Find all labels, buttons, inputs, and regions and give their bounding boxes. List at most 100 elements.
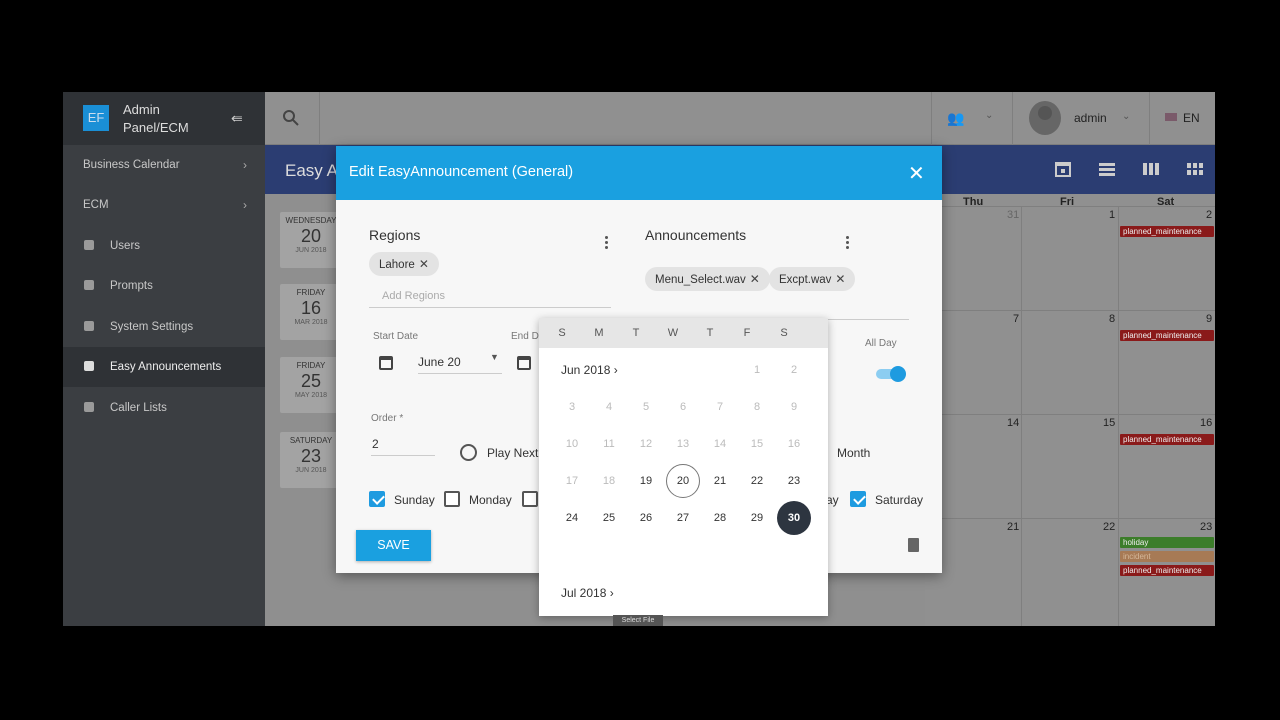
calendar-day-number[interactable]: 31 xyxy=(1007,209,1019,221)
regions-input[interactable]: Add Regions xyxy=(382,290,445,302)
day-card-weekday: FRIDAY xyxy=(296,288,326,297)
sidebar-item-prompts[interactable]: Prompts xyxy=(63,266,265,306)
picker-day[interactable]: 26 xyxy=(629,501,663,535)
chip-label: Lahore xyxy=(379,259,415,271)
calendar-icon[interactable] xyxy=(517,356,531,370)
calendar-day-number[interactable]: 8 xyxy=(1109,313,1115,325)
user-icon xyxy=(84,240,94,250)
calendar-day-number[interactable]: 21 xyxy=(1007,521,1019,533)
picker-day[interactable]: 27 xyxy=(666,501,700,535)
sidebar-item-ecm[interactable]: ECM › xyxy=(63,185,265,225)
calendar-event[interactable]: planned_maintenance xyxy=(1120,434,1214,445)
close-icon[interactable]: ✕ xyxy=(908,161,925,186)
search-icon[interactable] xyxy=(282,109,300,127)
picker-day: 13 xyxy=(676,438,690,450)
users-icon[interactable]: 👥 xyxy=(947,110,964,127)
picker-day[interactable]: 30 xyxy=(777,501,811,535)
chevron-right-icon[interactable]: › xyxy=(610,586,614,600)
chevron-right-icon[interactable]: › xyxy=(614,363,618,377)
picker-day[interactable]: 28 xyxy=(703,501,737,535)
calendar-day-number[interactable]: 1 xyxy=(1109,209,1115,221)
prompt-icon xyxy=(84,280,94,290)
calendar-event[interactable]: planned_maintenance xyxy=(1120,226,1214,237)
day-card-month: JUN 2018 xyxy=(295,247,327,254)
sidebar-item-system-settings[interactable]: System Settings xyxy=(63,307,265,347)
calendar-day-number[interactable]: 15 xyxy=(1103,417,1115,429)
calendar-icon[interactable] xyxy=(379,356,393,370)
month-view-icon[interactable] xyxy=(1186,161,1204,177)
sidebar-item-easy-announcements[interactable]: Easy Announcements xyxy=(63,347,265,387)
select-file-label[interactable]: Select File xyxy=(613,615,663,626)
order-input[interactable]: 2 xyxy=(372,437,379,451)
regions-menu-icon[interactable] xyxy=(605,236,609,251)
chevron-down-icon[interactable]: ⌄ xyxy=(1122,111,1130,122)
calendar-day-number[interactable]: 7 xyxy=(1013,313,1019,325)
order-label: Order * xyxy=(371,413,404,424)
chevron-right-icon: › xyxy=(243,158,247,172)
sidebar-item-users[interactable]: Users xyxy=(63,226,265,266)
picker-day[interactable]: 22 xyxy=(740,464,774,498)
announcements-menu-icon[interactable] xyxy=(846,236,850,251)
region-chip[interactable]: Lahore ✕ xyxy=(369,252,439,276)
start-date-field[interactable]: June 20 xyxy=(418,355,461,369)
list-view-icon[interactable] xyxy=(1098,161,1116,177)
calendar-day-number[interactable]: 22 xyxy=(1103,521,1115,533)
monday-checkbox[interactable] xyxy=(444,491,460,507)
sidebar-item-label: ECM xyxy=(83,199,109,211)
day-card[interactable]: FRIDAY 16 MAR 2018 xyxy=(280,284,342,340)
sunday-checkbox[interactable] xyxy=(369,491,385,507)
all-day-toggle[interactable] xyxy=(876,366,906,382)
calendar-day-number[interactable]: 14 xyxy=(1007,417,1019,429)
remove-chip-icon[interactable]: ✕ xyxy=(750,272,760,286)
picker-day: 12 xyxy=(639,438,653,450)
picker-day[interactable]: 20 xyxy=(666,464,700,498)
play-next-radio[interactable] xyxy=(460,444,477,461)
calendar-event[interactable]: incident xyxy=(1120,551,1214,562)
chevron-down-icon[interactable]: ▼ xyxy=(490,352,499,362)
sidebar-item-label: Prompts xyxy=(110,280,153,292)
trash-icon[interactable] xyxy=(908,538,919,552)
picker-month-label[interactable]: Jun 2018 › xyxy=(561,363,618,377)
language-selector[interactable]: EN xyxy=(1165,111,1200,125)
calendar-day-number[interactable]: 2 xyxy=(1206,209,1212,221)
sidebar: EF Admin Panel/ECM ⇚ Business Calendar ›… xyxy=(63,92,265,626)
calendar-event[interactable]: planned_maintenance xyxy=(1120,565,1214,576)
day-view-icon[interactable] xyxy=(1054,161,1072,177)
tuesday-checkbox[interactable] xyxy=(522,491,538,507)
divider xyxy=(1012,92,1013,145)
picker-day[interactable]: 19 xyxy=(629,464,663,498)
announcement-chip[interactable]: Menu_Select.wav ✕ xyxy=(645,267,770,291)
picker-day: 4 xyxy=(605,401,613,413)
start-date-label: Start Date xyxy=(373,331,419,342)
avatar[interactable] xyxy=(1029,101,1061,135)
announcement-chip[interactable]: Excpt.wav ✕ xyxy=(769,267,856,291)
picker-month-label[interactable]: Jul 2018 › xyxy=(561,586,614,600)
week-view-icon[interactable] xyxy=(1142,161,1160,177)
remove-chip-icon[interactable]: ✕ xyxy=(419,257,429,271)
sidebar-item-label: System Settings xyxy=(110,321,194,333)
calendar-event[interactable]: holiday xyxy=(1120,537,1214,548)
picker-day[interactable]: 29 xyxy=(740,501,774,535)
calendar-day-number[interactable]: 9 xyxy=(1206,313,1212,325)
day-card[interactable]: WEDNESDAY 20 JUN 2018 xyxy=(280,212,342,268)
remove-chip-icon[interactable]: ✕ xyxy=(835,272,845,286)
page-title: Easy A xyxy=(285,161,338,180)
calendar-event[interactable]: planned_maintenance xyxy=(1120,330,1214,341)
saturday-checkbox[interactable] xyxy=(850,491,866,507)
picker-day[interactable]: 25 xyxy=(592,501,626,535)
collapse-sidebar-icon[interactable]: ⇚ xyxy=(231,110,243,127)
day-card[interactable]: SATURDAY 23 JUN 2018 xyxy=(280,432,342,488)
calendar-day-number[interactable]: 23 xyxy=(1200,521,1212,533)
save-button[interactable]: SAVE xyxy=(356,530,431,561)
calendar-day-number[interactable]: 16 xyxy=(1200,417,1212,429)
day-card-month: JUN 2018 xyxy=(295,467,327,474)
sidebar-item-label: Easy Announcements xyxy=(110,361,222,373)
picker-day[interactable]: 21 xyxy=(703,464,737,498)
sidebar-item-business-calendar[interactable]: Business Calendar › xyxy=(63,145,265,185)
picker-day[interactable]: 23 xyxy=(777,464,811,498)
sidebar-item-caller-lists[interactable]: Caller Lists xyxy=(63,388,265,428)
day-card[interactable]: FRIDAY 25 MAY 2018 xyxy=(280,357,342,413)
picker-day[interactable]: 24 xyxy=(555,501,589,535)
chevron-down-icon[interactable]: ⌄ xyxy=(985,110,993,121)
user-name[interactable]: admin xyxy=(1074,111,1107,125)
